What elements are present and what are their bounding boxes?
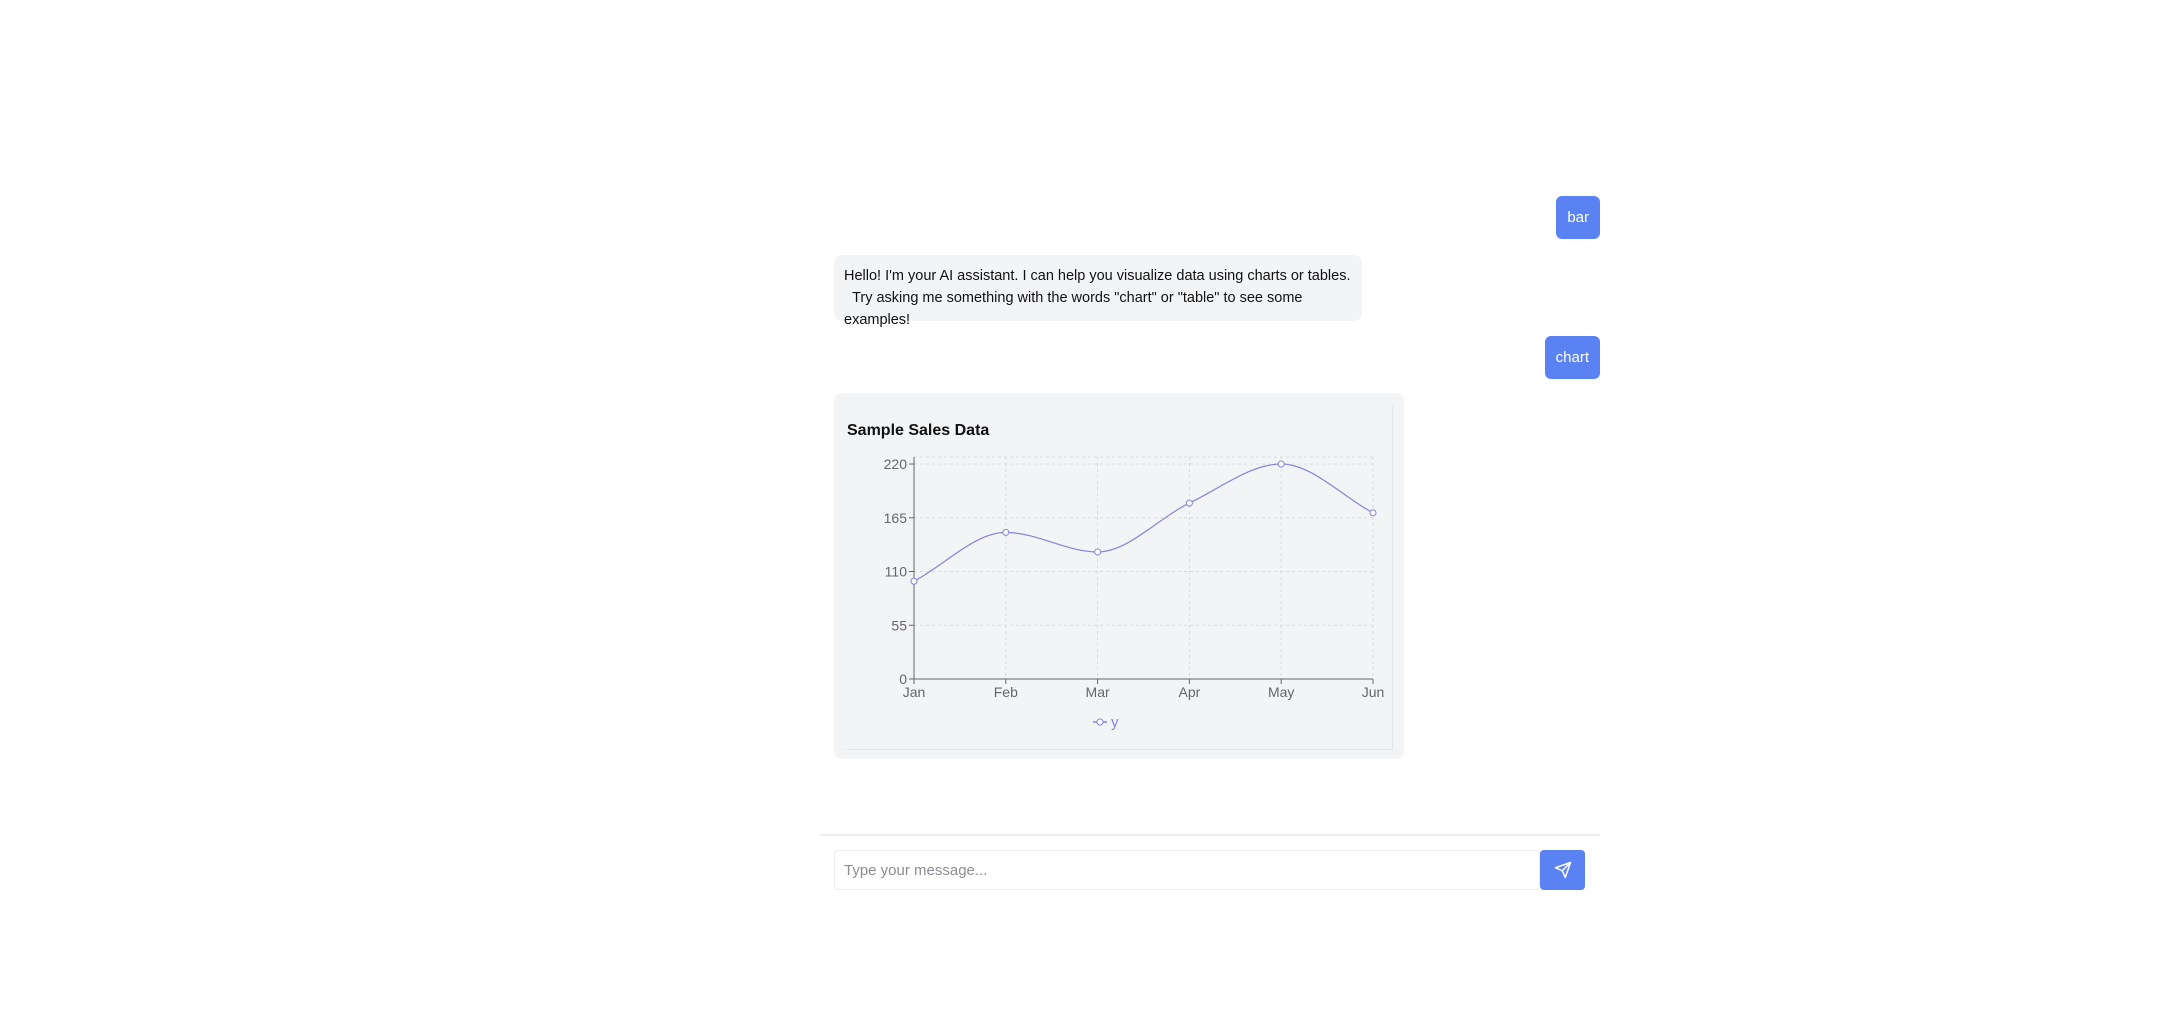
data-point <box>1094 548 1102 556</box>
series-line <box>913 463 1374 582</box>
legend-label: y <box>1111 714 1119 731</box>
legend-marker-icon <box>1096 718 1104 726</box>
user-message-bubble[interactable]: bar <box>1556 196 1600 239</box>
data-point <box>1002 528 1010 536</box>
data-point <box>910 577 918 585</box>
x-tick-label: Jan <box>903 684 926 700</box>
y-tick-label: 220 <box>884 456 908 472</box>
data-point <box>1277 460 1285 468</box>
chat-panel: bar Hello! I'm your AI assistant. I can … <box>820 0 1600 1009</box>
y-tick-label: 110 <box>885 564 908 580</box>
message-input[interactable] <box>835 851 1539 889</box>
y-tick-label: 55 <box>891 617 907 633</box>
send-icon <box>1554 861 1571 879</box>
x-tick-label: Apr <box>1179 684 1201 700</box>
data-point <box>1185 499 1193 507</box>
y-tick-label: 165 <box>884 510 908 526</box>
composer-divider <box>820 834 1600 836</box>
line-chart: 055110165220Jan Feb Mar Apr May Juny <box>884 456 1385 731</box>
chart-card: Sample Sales Data 0 55 110 165 220 Jan Feb Mar A… <box>834 393 1404 759</box>
user-message-bubble[interactable]: chart <box>1544 336 1600 379</box>
message-input-container <box>834 850 1540 890</box>
x-tick-label: Feb <box>994 684 1018 700</box>
send-button[interactable] <box>1540 850 1585 890</box>
x-tick-label: May <box>1268 684 1294 700</box>
x-tick-label: Jun <box>1362 684 1385 700</box>
data-point <box>1369 509 1377 517</box>
assistant-message-bubble: Hello! I'm your AI assistant. I can help… <box>834 255 1362 328</box>
x-tick-label: Mar <box>1086 684 1110 700</box>
